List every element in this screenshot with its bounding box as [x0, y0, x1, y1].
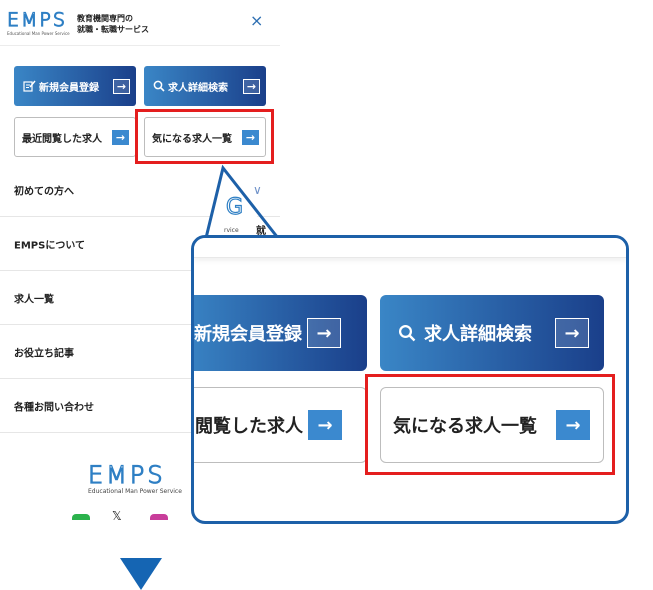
job-search-label: 求人詳細検索: [424, 324, 532, 345]
arrow-right-icon: →: [308, 410, 342, 440]
peek-logo-sub: rvice: [224, 227, 239, 234]
arrow-right-icon: →: [555, 318, 589, 348]
arrow-right-icon: →: [307, 318, 341, 348]
job-search-button-zoomed[interactable]: 求人詳細検索 →: [380, 295, 604, 371]
down-arrow-icon: [120, 558, 162, 590]
recently-viewed-button-zoomed[interactable]: 閲覧した求人 →: [194, 387, 367, 463]
peek-logo-fragment: G: [225, 195, 244, 220]
register-label: 新規会員登録: [194, 324, 302, 345]
recently-viewed-label: 閲覧した求人: [195, 416, 303, 437]
highlight-box-large: [365, 374, 615, 475]
search-icon: [398, 324, 416, 342]
callout-header-strip: [194, 238, 626, 258]
register-button-zoomed[interactable]: 新規会員登録 →: [194, 295, 367, 371]
